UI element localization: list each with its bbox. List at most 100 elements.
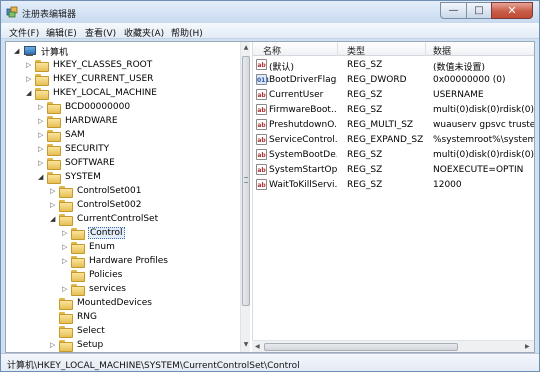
scroll-up-arrow-icon[interactable]: ▲ bbox=[242, 44, 250, 52]
string-value-icon: ab bbox=[256, 164, 267, 175]
folder-icon bbox=[47, 130, 61, 142]
tree-node[interactable]: ◢ SYSTEM bbox=[38, 170, 102, 184]
tree-node-label: HARDWARE bbox=[65, 116, 118, 126]
window-title: 注册表编辑器 bbox=[22, 10, 77, 20]
tree-scroll-thumb[interactable] bbox=[242, 56, 250, 306]
folder-icon bbox=[59, 298, 73, 310]
menu-help[interactable]: 帮助(H) bbox=[171, 26, 203, 39]
tree-node[interactable]: ▷ SOFTWARE bbox=[38, 156, 116, 170]
column-data[interactable]: 数据 bbox=[433, 44, 451, 57]
collapse-arrow-icon[interactable]: ◢ bbox=[14, 47, 23, 55]
value-name: SystemBootDe... bbox=[269, 150, 337, 160]
string-value-icon: ab bbox=[256, 149, 267, 160]
collapse-arrow-icon[interactable]: ◢ bbox=[26, 89, 35, 97]
tree-node-label: ControlSet002 bbox=[77, 200, 142, 210]
status-bar: 计算机\HKEY_LOCAL_MACHINE\SYSTEM\CurrentCon… bbox=[1, 353, 539, 371]
tree-node[interactable]: ▷ Hardware Profiles bbox=[62, 254, 169, 268]
expand-arrow-icon[interactable]: ▷ bbox=[50, 187, 59, 195]
title-bar[interactable]: 注册表编辑器 — □ ✕ bbox=[1, 1, 539, 23]
tree-node[interactable]: ◢ HKEY_LOCAL_MACHINE bbox=[26, 86, 158, 100]
tree-node[interactable]: ◢ 计算机 bbox=[14, 44, 69, 58]
expand-arrow-icon[interactable]: ▷ bbox=[62, 243, 71, 251]
collapse-arrow-icon[interactable]: ◢ bbox=[50, 215, 59, 223]
expand-arrow-icon[interactable]: ▷ bbox=[62, 257, 71, 265]
menu-favorites[interactable]: 收藏夹(A) bbox=[124, 26, 164, 39]
column-divider[interactable] bbox=[337, 42, 338, 56]
tree-node[interactable]: ◢ CurrentControlSet bbox=[50, 212, 159, 226]
tree-node[interactable]: ▷ SAM bbox=[38, 128, 86, 142]
menu-edit[interactable]: 编辑(E) bbox=[46, 26, 77, 39]
tree-node[interactable]: ▷ HKEY_CLASSES_ROOT bbox=[26, 58, 153, 72]
tree-node-label: MountedDevices bbox=[77, 298, 152, 308]
menu-view[interactable]: 查看(V) bbox=[85, 26, 116, 39]
value-data: NOEXECUTE=OPTIN bbox=[433, 165, 524, 175]
tree-node[interactable]: ▷ ControlSet002 bbox=[50, 198, 143, 212]
value-row[interactable]: ab PreshutdownO... REG_MULTI_SZ wuauserv gp… bbox=[253, 118, 534, 133]
registry-key-tree[interactable]: ◢ 计算机 ▷ HKEY_CLASSES_ROOT ▷ HKEY_CURRENT_USER… bbox=[6, 42, 250, 352]
maximize-button[interactable]: □ bbox=[466, 2, 491, 19]
scroll-left-arrow-icon[interactable]: ◀ bbox=[255, 343, 260, 350]
value-row[interactable]: 011 BootDriverFlags REG_DWORD 0x00000000 (0… bbox=[253, 73, 534, 88]
expand-arrow-icon[interactable]: ▷ bbox=[50, 201, 59, 209]
value-type: REG_SZ bbox=[347, 180, 383, 190]
value-name: FirmwareBoot... bbox=[269, 105, 337, 115]
value-row[interactable]: ab CurrentUser REG_SZ USERNAME bbox=[253, 88, 534, 103]
scroll-right-arrow-icon[interactable]: ▶ bbox=[525, 343, 530, 350]
list-horizontal-scrollbar[interactable]: ◀ ▶ bbox=[252, 340, 534, 352]
folder-icon bbox=[71, 270, 85, 282]
registry-value-list[interactable]: 名称 类型 数据 ab (默认) REG_SZ (数值未设置) 011 BootDrive… bbox=[252, 42, 534, 352]
tree-node[interactable]: ▷ Control bbox=[62, 226, 125, 240]
tree-node[interactable]: ▷ SECURITY bbox=[38, 142, 110, 156]
column-name[interactable]: 名称 bbox=[263, 44, 281, 57]
value-name: PreshutdownO... bbox=[269, 120, 337, 130]
column-type[interactable]: 类型 bbox=[347, 44, 365, 57]
close-button[interactable]: ✕ bbox=[491, 2, 533, 19]
string-value-icon: ab bbox=[256, 179, 267, 190]
tree-node[interactable]: Select bbox=[50, 324, 106, 338]
value-row[interactable]: abSystemStartOp... REG_SZ NOEXECUTE=OPTIN bbox=[253, 163, 534, 178]
expand-arrow-icon[interactable]: ▷ bbox=[26, 61, 35, 69]
value-row[interactable]: ab SystemBootDe... REG_SZ multi(0)disk(0)rd… bbox=[253, 148, 534, 163]
expand-arrow-icon[interactable]: ▷ bbox=[38, 103, 47, 111]
value-data: 12000 bbox=[433, 180, 462, 190]
collapse-arrow-icon[interactable]: ◢ bbox=[38, 173, 47, 181]
folder-icon bbox=[35, 74, 49, 86]
expand-arrow-icon[interactable]: ▷ bbox=[50, 341, 59, 349]
tree-node[interactable]: ▷ ControlSet001 bbox=[50, 184, 143, 198]
value-row[interactable]: ab FirmwareBoot... REG_SZ multi(0)disk(0)rd… bbox=[253, 103, 534, 118]
tree-node[interactable]: ▷ Enum bbox=[62, 240, 116, 254]
column-divider[interactable] bbox=[425, 42, 426, 56]
scroll-down-arrow-icon[interactable]: ▼ bbox=[242, 341, 250, 349]
minimize-button[interactable]: — bbox=[440, 2, 466, 19]
list-scroll-thumb[interactable] bbox=[264, 343, 458, 351]
tree-node[interactable]: Policies bbox=[62, 268, 123, 282]
tree-node[interactable]: ▷ HARDWARE bbox=[38, 114, 119, 128]
tree-node[interactable]: MountedDevices bbox=[50, 296, 153, 310]
expand-arrow-icon[interactable]: ▷ bbox=[38, 159, 47, 167]
value-row[interactable]: ab WaitToKillServi... REG_SZ 12000 bbox=[253, 178, 534, 193]
value-row[interactable]: ab ServiceControl... REG_EXPAND_SZ %systemr… bbox=[253, 133, 534, 148]
expand-arrow-icon[interactable]: ▷ bbox=[26, 75, 35, 83]
tree-node[interactable]: ▷ BCD00000000 bbox=[38, 100, 131, 114]
value-data: %systemroot%\system32\s bbox=[433, 135, 534, 145]
tree-node[interactable]: ▷ services bbox=[62, 282, 127, 296]
folder-icon bbox=[71, 242, 85, 254]
list-header: 名称 类型 数据 bbox=[253, 42, 534, 57]
expand-arrow-icon[interactable]: ▷ bbox=[38, 117, 47, 125]
expand-arrow-icon[interactable]: ▷ bbox=[62, 229, 71, 237]
tree-node[interactable]: ▷ Setup bbox=[50, 338, 104, 352]
tree-vertical-scrollbar[interactable]: ▲ ▼ bbox=[240, 42, 250, 352]
tree-node[interactable]: ▷ HKEY_CURRENT_USER bbox=[26, 72, 154, 86]
tree-node[interactable]: RNG bbox=[50, 310, 98, 324]
value-row[interactable]: ab (默认) REG_SZ (数值未设置) bbox=[253, 58, 534, 73]
menu-file[interactable]: 文件(F) bbox=[9, 26, 39, 39]
value-name: WaitToKillServi... bbox=[269, 180, 337, 190]
expand-arrow-icon[interactable]: ▷ bbox=[38, 131, 47, 139]
grip-icon bbox=[244, 177, 248, 183]
value-name: SystemStartOp... bbox=[269, 165, 337, 175]
folder-icon bbox=[71, 256, 85, 268]
value-data: (数值未设置) bbox=[433, 63, 486, 73]
expand-arrow-icon[interactable]: ▷ bbox=[38, 145, 47, 153]
expand-arrow-icon[interactable]: ▷ bbox=[62, 285, 71, 293]
folder-icon bbox=[47, 144, 61, 156]
